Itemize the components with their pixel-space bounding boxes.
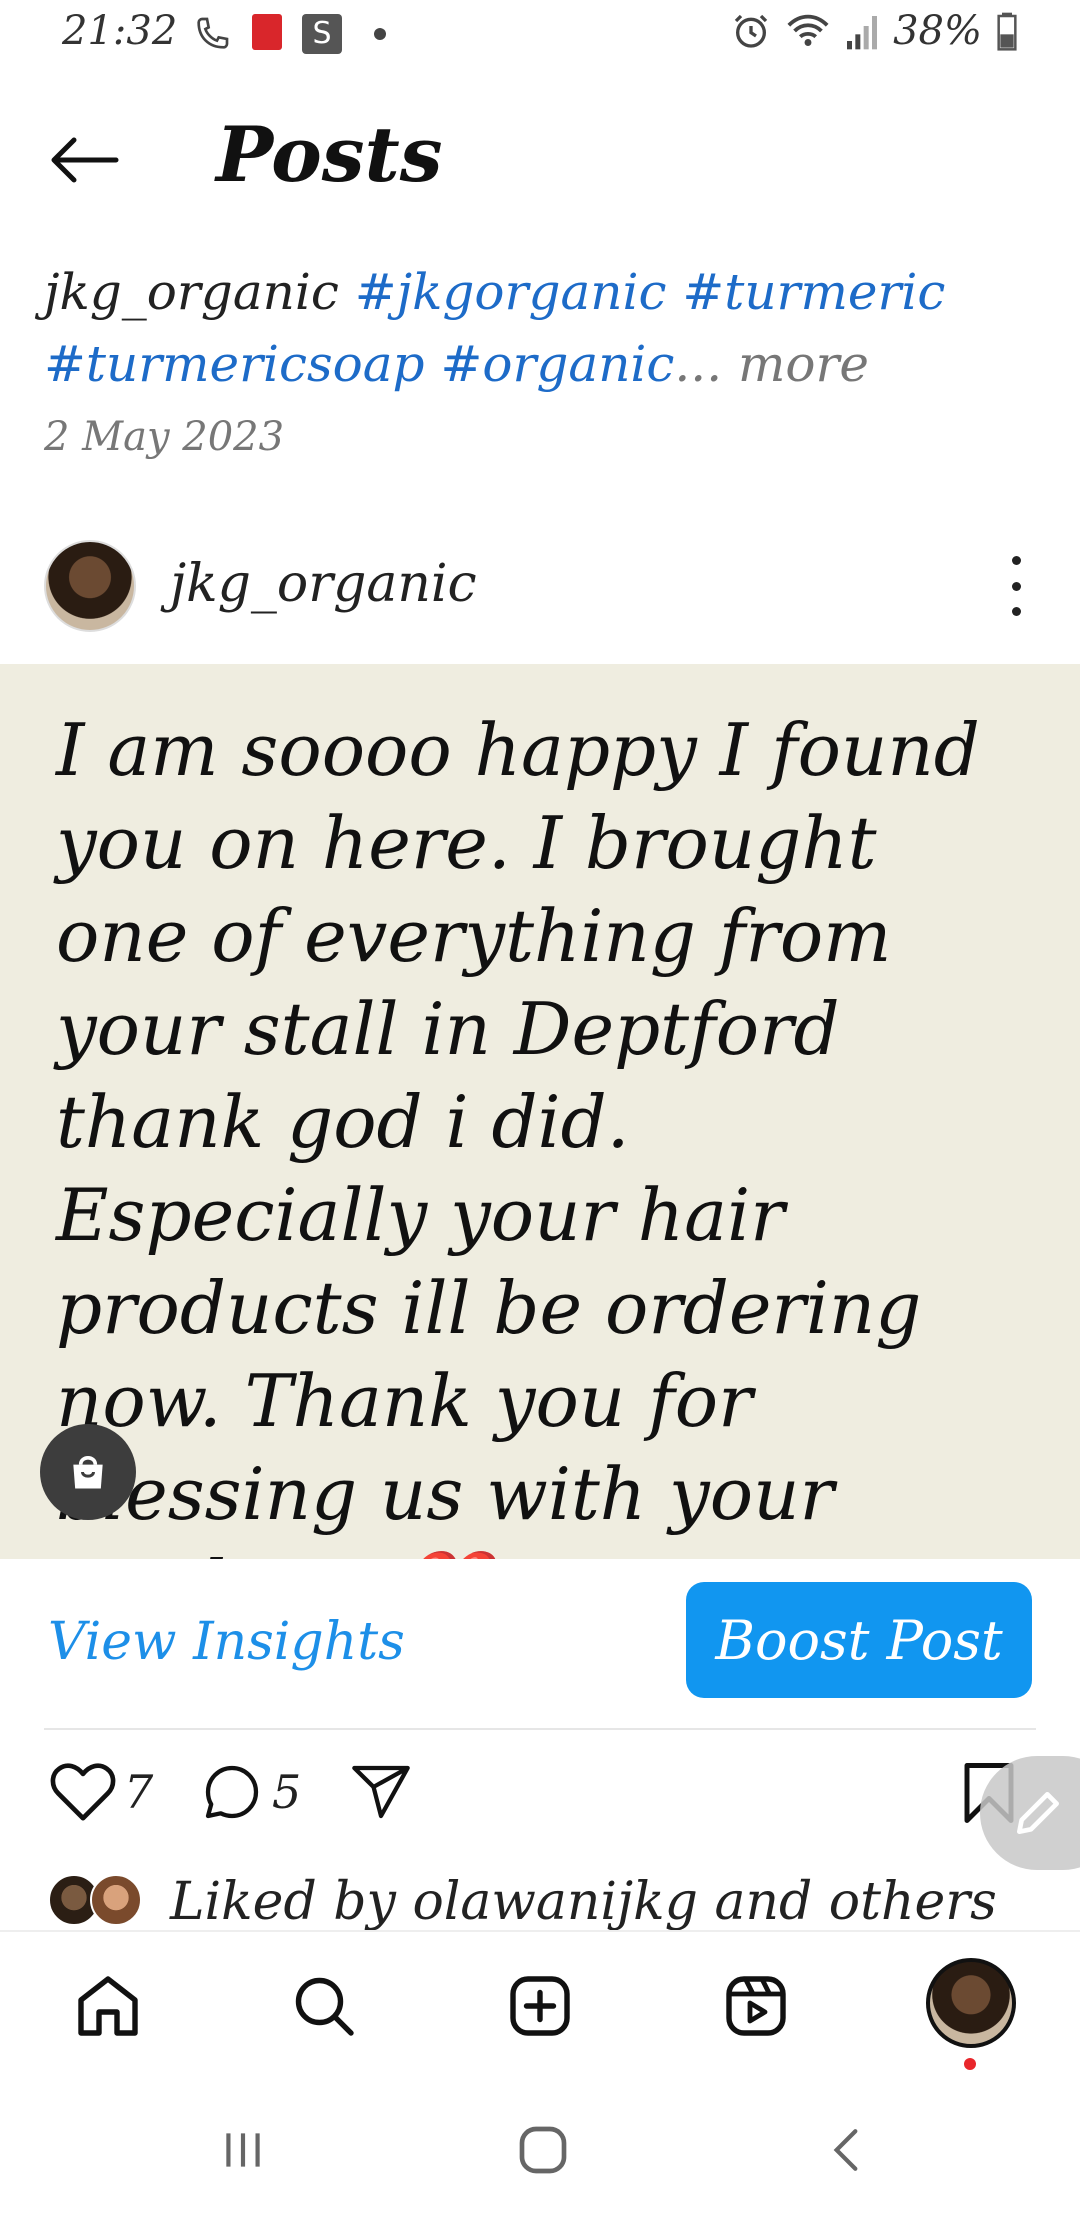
battery-percent: 38%	[893, 8, 982, 54]
post-image[interactable]: I am soooo happy I found you on here. I …	[0, 664, 1080, 1559]
back-arrow-icon	[51, 137, 119, 183]
status-bar: 21:32 S 38%	[0, 0, 1080, 72]
top-bar: Posts	[0, 100, 1080, 220]
page-title: Posts	[216, 110, 443, 199]
insights-row: View Insights Boost Post	[0, 1582, 1080, 1700]
hashtag[interactable]: #turmeric	[682, 263, 945, 321]
battery-icon	[997, 12, 1017, 51]
bottom-nav	[0, 1950, 1080, 2070]
more-options-button[interactable]	[996, 556, 1036, 616]
post-image-message: I am soooo happy I found you on here. I …	[56, 708, 980, 1559]
actions-row: 7 5	[0, 1760, 1080, 1840]
hashtag[interactable]: #jkgorganic	[355, 263, 667, 321]
comment-button[interactable]: 5	[198, 1760, 301, 1824]
comments-count: 5	[272, 1765, 302, 1819]
comment-icon	[205, 1765, 259, 1819]
wifi-icon	[787, 14, 829, 46]
avatar[interactable]	[44, 540, 136, 632]
nav-home[interactable]	[66, 1964, 150, 2048]
caption-username[interactable]: jkg_organic	[44, 263, 339, 321]
home-square-icon	[519, 2126, 567, 2174]
system-nav-bar	[0, 2100, 1080, 2196]
heart-icon	[50, 1763, 116, 1821]
nav-reels[interactable]	[714, 1964, 798, 2048]
system-back-button[interactable]	[812, 2120, 882, 2180]
liked-by-text[interactable]: Liked by olawanijkg and others	[170, 1872, 997, 1932]
s-app-icon: S	[302, 14, 342, 54]
alarm-icon	[734, 14, 768, 48]
home-button[interactable]	[508, 2120, 578, 2180]
status-time: 21:32	[62, 8, 178, 54]
recent-apps-icon	[226, 2133, 260, 2167]
send-icon	[352, 1765, 410, 1819]
dot-icon	[1011, 556, 1021, 565]
view-insights-link[interactable]: View Insights	[48, 1612, 405, 1672]
status-right: 38%	[731, 8, 1018, 54]
post-header: jkg_organic	[0, 540, 1080, 640]
caption-ellipsis: ...	[674, 335, 723, 393]
signal-icon	[847, 16, 878, 50]
shop-tag-button[interactable]	[40, 1424, 136, 1520]
divider	[0, 1930, 1080, 1932]
pdf-icon	[252, 14, 282, 50]
dot-icon	[1011, 607, 1021, 616]
pencil-icon	[1017, 1792, 1059, 1834]
likes-count: 7	[124, 1765, 154, 1819]
create-icon	[510, 1976, 570, 2036]
hashtag[interactable]: #turmericsoap	[44, 335, 425, 393]
notification-dot	[964, 2058, 976, 2070]
reels-icon	[726, 1976, 786, 2036]
divider	[44, 1728, 1036, 1730]
nav-profile-avatar[interactable]	[926, 1958, 1016, 2048]
caption-more-link[interactable]: more	[738, 335, 869, 393]
previous-post-date: 2 May 2023	[44, 414, 285, 460]
post-image-text: I am soooo happy I found you on here. I …	[56, 704, 1016, 1559]
chevron-left-icon	[833, 2129, 858, 2171]
phone-icon	[197, 17, 229, 49]
like-button[interactable]: 7	[48, 1760, 153, 1824]
heart-emoji: ❤️	[401, 1545, 491, 1559]
back-button[interactable]	[44, 122, 124, 198]
recent-apps-button[interactable]	[208, 2120, 278, 2180]
search-icon	[295, 1977, 354, 2036]
nav-create[interactable]	[498, 1964, 582, 2048]
nav-search[interactable]	[282, 1964, 366, 2048]
share-button[interactable]	[346, 1760, 416, 1824]
shopping-bag-icon	[73, 1455, 103, 1489]
liker-avatar	[90, 1874, 142, 1926]
previous-post-caption: jkg_organic #jkgorganic #turmeric #turme…	[44, 256, 1044, 400]
hashtag[interactable]: #organic	[440, 335, 674, 393]
dot-icon	[374, 28, 386, 40]
boost-post-button[interactable]: Boost Post	[686, 1582, 1032, 1698]
dot-icon	[1011, 581, 1021, 591]
likes-row[interactable]: Liked by olawanijkg and others	[0, 1866, 1080, 1936]
post-username[interactable]: jkg_organic	[170, 554, 477, 614]
edit-floating-button[interactable]	[980, 1756, 1080, 1870]
home-icon	[78, 1976, 138, 2036]
